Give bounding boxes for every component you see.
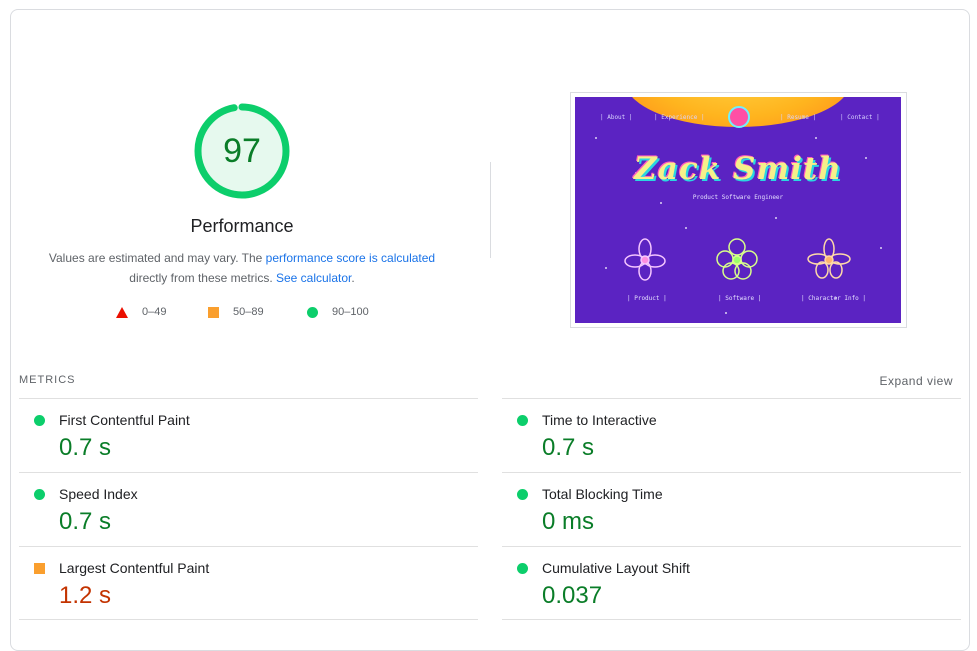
metric-name: Speed Index <box>59 486 138 502</box>
thumb-subtitle: Product Software Engineer <box>692 194 784 201</box>
thumb-nav-contact: | Contact | <box>840 114 880 121</box>
score-calculated-link[interactable]: performance score is calculated <box>266 251 435 265</box>
site-logo-icon <box>728 106 750 128</box>
red-triangle-icon <box>116 306 128 318</box>
thumb-nav-about: | About | <box>600 114 633 121</box>
orange-flower-icon <box>807 238 851 279</box>
metrics-heading: METRICS <box>19 374 76 386</box>
metric-value: 0.7 s <box>59 434 112 461</box>
green-circle-icon <box>34 489 45 500</box>
metric-value: 0.7 s <box>59 508 112 535</box>
metric-name: Total Blocking Time <box>542 486 663 502</box>
page-screenshot: | About | | Experience | | Resume | | Co… <box>575 97 901 323</box>
final-screenshot-thumbnail[interactable]: | About | | Experience | | Resume | | Co… <box>570 92 907 328</box>
metric-first-contentful-paint[interactable]: First Contentful Paint 0.7 s <box>19 398 478 472</box>
legend-average-range: 50–89 <box>233 306 264 318</box>
see-calculator-link[interactable]: See calculator <box>276 271 351 285</box>
description-prefix: Values are estimated and may vary. The <box>48 251 266 265</box>
score-description: Values are estimated and may vary. The p… <box>40 248 444 288</box>
legend-fail-range: 0–49 <box>142 306 167 318</box>
green-circle-icon <box>307 306 318 318</box>
thumb-nav-experience: | Experience | <box>654 114 705 121</box>
performance-score-gauge[interactable]: 97 <box>193 102 291 200</box>
vertical-divider <box>490 162 491 258</box>
legend-average: 50–89 <box>208 306 264 318</box>
metric-time-to-interactive[interactable]: Time to Interactive 0.7 s <box>502 398 961 472</box>
metric-value: 0.037 <box>542 582 603 609</box>
metric-cumulative-layout-shift[interactable]: Cumulative Layout Shift 0.037 <box>502 546 961 620</box>
legend-pass-range: 90–100 <box>332 306 369 318</box>
green-circle-icon <box>517 489 528 500</box>
description-suffix: . <box>351 271 355 285</box>
thumb-link-software: | Software | <box>718 295 762 302</box>
metric-speed-index[interactable]: Speed Index 0.7 s <box>19 472 478 546</box>
thumb-site-name: Zack Smith <box>634 151 842 187</box>
metric-name: Largest Contentful Paint <box>59 560 210 576</box>
thumb-nav-resume: | Resume | <box>780 114 817 121</box>
metrics-bottom-divider <box>502 619 961 620</box>
gauge-title: Performance <box>190 216 294 236</box>
metric-name: First Contentful Paint <box>59 412 190 428</box>
score-value: 97 <box>223 132 261 170</box>
green-circle-icon <box>517 563 528 574</box>
green-circle-icon <box>517 415 528 426</box>
expand-view-toggle[interactable]: Expand view <box>879 374 953 388</box>
orange-square-icon <box>34 563 45 574</box>
metric-name: Cumulative Layout Shift <box>542 560 690 576</box>
green-circle-icon <box>34 415 45 426</box>
metric-value: 1.2 s <box>59 582 112 609</box>
metric-name: Time to Interactive <box>542 412 657 428</box>
thumb-link-product: | Product | <box>627 295 667 302</box>
legend-pass: 90–100 <box>307 306 369 318</box>
description-middle: directly from these metrics. <box>129 271 276 285</box>
metric-value: 0 ms <box>542 508 595 535</box>
green-flower-icon <box>716 238 758 280</box>
metric-largest-contentful-paint[interactable]: Largest Contentful Paint 1.2 s <box>19 546 478 620</box>
metric-total-blocking-time[interactable]: Total Blocking Time 0 ms <box>502 472 961 546</box>
pink-flower-icon <box>624 238 666 281</box>
metrics-bottom-divider <box>19 619 478 620</box>
thumb-link-character-info: | Character Info | <box>801 295 867 302</box>
legend-fail: 0–49 <box>116 306 166 318</box>
orange-square-icon <box>208 306 219 318</box>
metric-value: 0.7 s <box>542 434 595 461</box>
